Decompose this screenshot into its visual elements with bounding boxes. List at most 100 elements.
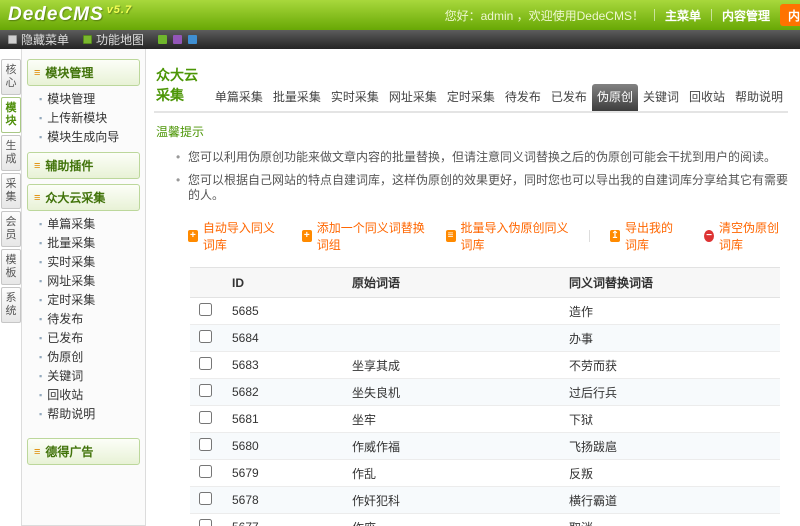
version-badge: v5.7 (107, 4, 132, 16)
cell-original: 坐享其成 (344, 352, 561, 379)
side-tab-core[interactable]: 核心 (1, 59, 21, 95)
section-helper-plugins[interactable]: ≡辅助插件 (27, 152, 140, 179)
table-row: 5677 作废 取消 (190, 514, 780, 526)
side-tab-template[interactable]: 模板 (1, 249, 21, 285)
row-checkbox[interactable] (199, 492, 212, 505)
sidebar-item-single-collect[interactable]: 单篇采集 (26, 215, 141, 234)
table-row: 5684 办事 (190, 325, 780, 352)
tab-keywords[interactable]: 关键词 (638, 84, 684, 111)
header-original: 原始词语 (344, 268, 561, 298)
header-replacement: 同义词替换词语 (561, 268, 780, 298)
shortcut-purple-icon[interactable] (173, 35, 182, 44)
row-checkbox[interactable] (199, 384, 212, 397)
tab-pending[interactable]: 待发布 (500, 84, 546, 111)
tab-help[interactable]: 帮助说明 (730, 84, 788, 111)
shortcut-blue-icon[interactable] (188, 35, 197, 44)
row-checkbox[interactable] (199, 357, 212, 370)
add-synonym-group-link[interactable]: +添加一个同义词替换词组 (302, 219, 426, 253)
sidebar-item-batch-collect[interactable]: 批量采集 (26, 234, 141, 253)
map-icon (83, 35, 92, 44)
batch-import-thesaurus-link[interactable]: ≡批量导入伪原创同义词库 (446, 219, 570, 253)
auto-import-thesaurus-link[interactable]: +自动导入同义词库 (188, 219, 282, 253)
cell-id: 5679 (224, 460, 344, 487)
module-tab-strip: 核心 模块 生成 采集 会员 模板 系统 (0, 49, 21, 526)
section-module-manage[interactable]: ≡模块管理 (27, 59, 140, 86)
quick-links (158, 35, 197, 44)
tips-block: 温馨提示 您可以利用伪原创功能来做文章内容的批量替换，但请注意同义词替换之后的伪… (154, 113, 788, 211)
section-cloud-collect[interactable]: ≡众大云采集 (27, 184, 140, 211)
tab-recycle-bin[interactable]: 回收站 (684, 84, 730, 111)
cell-id: 5684 (224, 325, 344, 352)
table-row: 5683 坐享其成 不劳而获 (190, 352, 780, 379)
row-checkbox[interactable] (199, 519, 212, 526)
cell-replacement: 过后行兵 (561, 379, 780, 406)
content-manage-link[interactable]: 内容管理 (722, 7, 770, 24)
tab-timed-collect[interactable]: 定时采集 (442, 84, 500, 111)
row-checkbox[interactable] (199, 303, 212, 316)
sidebar-item-help[interactable]: 帮助说明 (26, 405, 141, 424)
cell-replacement: 横行霸道 (561, 487, 780, 514)
topbar-right: 您好：admin ，欢迎使用DedeCMS！ 主菜单 内容管理 内容 (445, 0, 800, 30)
menu-bars-icon: ≡ (34, 193, 40, 203)
tab-pseudo-original[interactable]: 伪原创 (592, 84, 638, 111)
clear-thesaurus-link[interactable]: −清空伪原创词库 (704, 219, 788, 253)
sidebar-item-keywords[interactable]: 关键词 (26, 367, 141, 386)
action-bar: +自动导入同义词库 +添加一个同义词替换词组 ≡批量导入伪原创同义词库 ↥导出我… (154, 211, 788, 265)
row-checkbox[interactable] (199, 438, 212, 451)
import-icon: ≡ (446, 230, 456, 242)
cell-original: 作奸犯科 (344, 487, 561, 514)
content-menu-partial-link[interactable]: 内容 (780, 4, 800, 26)
shortcut-green-icon[interactable] (158, 35, 167, 44)
tab-realtime-collect[interactable]: 实时采集 (326, 84, 384, 111)
sidebar-item-realtime-collect[interactable]: 实时采集 (26, 253, 141, 272)
sidebar-item-module-manage[interactable]: 模块管理 (26, 90, 141, 109)
menu-bars-icon: ≡ (34, 161, 40, 171)
sidebar-item-pseudo-original[interactable]: 伪原创 (26, 348, 141, 367)
sidebar-item-url-collect[interactable]: 网址采集 (26, 272, 141, 291)
tab-batch-collect[interactable]: 批量采集 (268, 84, 326, 111)
table-header-row: ID 原始词语 同义词替换词语 (190, 268, 780, 298)
section-dede-ads[interactable]: ≡德得广告 (27, 438, 140, 465)
cell-replacement: 取消 (561, 514, 780, 526)
hide-menu-icon (8, 35, 17, 44)
cell-id: 5681 (224, 406, 344, 433)
cell-replacement: 下狱 (561, 406, 780, 433)
side-tab-collect[interactable]: 采集 (1, 173, 21, 209)
cell-replacement: 反叛 (561, 460, 780, 487)
cell-replacement: 造作 (561, 298, 780, 325)
tab-url-collect[interactable]: 网址采集 (384, 84, 442, 111)
side-tab-member[interactable]: 会员 (1, 211, 21, 247)
sidebar-item-recycle-bin[interactable]: 回收站 (26, 386, 141, 405)
table-row: 5682 坐失良机 过后行兵 (190, 379, 780, 406)
cell-original (344, 325, 561, 352)
tab-bar: 众大云采集 单篇采集 批量采集 实时采集 网址采集 定时采集 待发布 已发布 伪… (154, 61, 788, 113)
sidebar-item-upload-module[interactable]: 上传新模块 (26, 109, 141, 128)
row-checkbox[interactable] (199, 465, 212, 478)
side-tab-generate[interactable]: 生成 (1, 135, 21, 171)
side-tab-system[interactable]: 系统 (1, 287, 21, 323)
sidebar-item-module-wizard[interactable]: 模块生成向导 (26, 128, 141, 147)
cell-replacement: 办事 (561, 325, 780, 352)
header-checkbox-col (190, 268, 224, 298)
sidebar-item-published[interactable]: 已发布 (26, 329, 141, 348)
function-map-button[interactable]: 功能地图 (83, 31, 144, 48)
sidebar-item-pending[interactable]: 待发布 (26, 310, 141, 329)
cell-original: 作威作福 (344, 433, 561, 460)
cell-id: 5685 (224, 298, 344, 325)
table-row: 5679 作乱 反叛 (190, 460, 780, 487)
tip-line: 您可以根据自己网站的特点自建词库，这样伪原创的效果更好，同时您也可以导出我的自建… (156, 169, 788, 207)
tab-published[interactable]: 已发布 (546, 84, 592, 111)
user-greeting: 您好：admin ，欢迎使用DedeCMS！ (445, 7, 644, 24)
tips-title: 温馨提示 (156, 123, 788, 140)
export-thesaurus-link[interactable]: ↥导出我的词库 (610, 219, 684, 253)
side-tab-module[interactable]: 模块 (1, 97, 21, 133)
row-checkbox[interactable] (199, 411, 212, 424)
page-title: 众大云采集 (154, 61, 210, 111)
tab-single-collect[interactable]: 单篇采集 (210, 84, 268, 111)
sidebar-item-timed-collect[interactable]: 定时采集 (26, 291, 141, 310)
hide-menu-button[interactable]: 隐藏菜单 (8, 31, 69, 48)
cell-original: 坐失良机 (344, 379, 561, 406)
cell-id: 5677 (224, 514, 344, 526)
row-checkbox[interactable] (199, 330, 212, 343)
main-menu-link[interactable]: 主菜单 (665, 7, 701, 24)
